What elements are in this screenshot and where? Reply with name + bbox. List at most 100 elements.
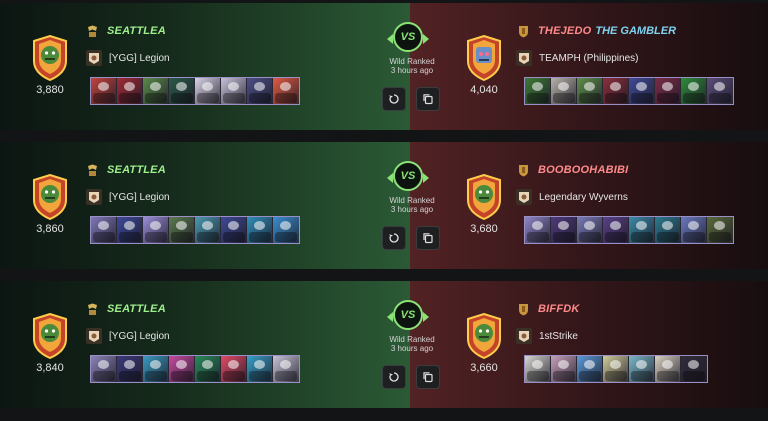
- card-thumbnail[interactable]: [551, 356, 577, 382]
- card-thumbnail[interactable]: [681, 217, 707, 243]
- replay-button[interactable]: [382, 365, 406, 389]
- card-thumbnail[interactable]: [117, 356, 143, 382]
- vs-badge: VS: [387, 22, 429, 52]
- player-name-link[interactable]: BIFFDK: [538, 303, 580, 315]
- replay-button[interactable]: [382, 226, 406, 250]
- card-thumbnail[interactable]: [91, 217, 117, 243]
- card-thumbnail[interactable]: [91, 78, 117, 104]
- rank-emblem-icon: [517, 303, 530, 316]
- card-art-shadow: [553, 93, 575, 103]
- card-thumbnail[interactable]: [221, 356, 247, 382]
- card-art-shadow: [579, 371, 601, 381]
- player-name-link[interactable]: SEATTLEA: [107, 25, 166, 37]
- card-art-highlight: [254, 82, 265, 91]
- player-name-link[interactable]: BOOBOOHABIBI: [538, 164, 628, 176]
- rank-emblem-icon: [86, 25, 99, 38]
- rating-value: 4,040: [470, 84, 498, 96]
- card-thumbnail[interactable]: [655, 217, 681, 243]
- copy-button[interactable]: [416, 365, 440, 389]
- copy-button[interactable]: [416, 87, 440, 111]
- player-name-link[interactable]: THEJEDO: [538, 25, 591, 37]
- guild-name-link[interactable]: [YGG] Legion: [109, 192, 170, 203]
- card-thumbnail[interactable]: [603, 356, 629, 382]
- card-thumbnail[interactable]: [273, 356, 299, 382]
- card-thumbnail[interactable]: [629, 217, 655, 243]
- card-thumbnail[interactable]: [273, 217, 299, 243]
- card-art-highlight: [254, 360, 265, 369]
- card-thumbnail[interactable]: [221, 217, 247, 243]
- player-name-link[interactable]: SEATTLEA: [107, 303, 166, 315]
- guild-name-link[interactable]: [YGG] Legion: [109, 53, 170, 64]
- card-art-highlight: [280, 82, 291, 91]
- card-thumbnail[interactable]: [707, 78, 733, 104]
- vs-badge: VS: [387, 161, 429, 191]
- card-thumbnail[interactable]: [525, 78, 551, 104]
- card-thumbnail[interactable]: [551, 78, 577, 104]
- card-art-shadow: [145, 371, 167, 381]
- card-thumbnail[interactable]: [169, 78, 195, 104]
- card-art-shadow: [605, 371, 627, 381]
- card-thumbnail[interactable]: [143, 356, 169, 382]
- guild-name-link[interactable]: [YGG] Legion: [109, 331, 170, 342]
- card-art-highlight: [98, 82, 109, 91]
- avatar-icon[interactable]: [464, 173, 504, 221]
- card-thumbnail[interactable]: [117, 78, 143, 104]
- card-thumbnail[interactable]: [195, 217, 221, 243]
- card-art-highlight: [228, 360, 239, 369]
- card-thumbnail[interactable]: [143, 217, 169, 243]
- card-art-highlight: [176, 82, 187, 91]
- card-art-shadow: [683, 232, 705, 242]
- avatar-icon[interactable]: [464, 34, 504, 82]
- card-thumbnail[interactable]: [577, 78, 603, 104]
- card-thumbnail[interactable]: [655, 78, 681, 104]
- card-thumbnail[interactable]: [629, 78, 655, 104]
- player-name-link[interactable]: SEATTLEA: [107, 164, 166, 176]
- card-thumbnail[interactable]: [577, 217, 603, 243]
- card-art-shadow: [657, 232, 679, 242]
- card-thumbnail[interactable]: [273, 78, 299, 104]
- card-thumbnail[interactable]: [195, 78, 221, 104]
- card-art-shadow: [657, 371, 679, 381]
- card-thumbnail[interactable]: [603, 217, 629, 243]
- card-thumbnail[interactable]: [577, 356, 603, 382]
- card-art-highlight: [176, 221, 187, 230]
- card-thumbnail[interactable]: [247, 78, 273, 104]
- card-thumbnail[interactable]: [707, 217, 733, 243]
- rank-emblem-icon: [86, 164, 99, 177]
- card-art-highlight: [610, 221, 621, 230]
- card-art-highlight: [558, 221, 569, 230]
- card-thumbnail[interactable]: [525, 356, 551, 382]
- card-thumbnail[interactable]: [247, 217, 273, 243]
- card-thumbnail[interactable]: [117, 217, 143, 243]
- card-thumbnail[interactable]: [169, 217, 195, 243]
- guild-banner-icon: [516, 189, 532, 205]
- card-thumbnail[interactable]: [551, 217, 577, 243]
- card-thumbnail[interactable]: [221, 78, 247, 104]
- avatar-icon[interactable]: [30, 173, 70, 221]
- battle-format: Wild Ranked: [389, 57, 435, 66]
- card-thumbnail[interactable]: [143, 78, 169, 104]
- copy-button[interactable]: [416, 226, 440, 250]
- card-art-highlight: [584, 360, 595, 369]
- guild-name-link[interactable]: 1stStrike: [539, 331, 578, 342]
- card-thumbnail[interactable]: [681, 356, 707, 382]
- avatar-icon[interactable]: [30, 34, 70, 82]
- card-thumbnail[interactable]: [681, 78, 707, 104]
- guild-name-link[interactable]: TEAMPH (Philippines): [539, 53, 638, 64]
- card-thumbnail[interactable]: [525, 217, 551, 243]
- avatar-icon[interactable]: [464, 312, 504, 360]
- battle-row: 3,860 SEATTLEA [YGG] Legion 3,680 BOOBOOHABI…: [0, 142, 768, 269]
- card-thumbnail[interactable]: [603, 78, 629, 104]
- card-thumbnail[interactable]: [247, 356, 273, 382]
- card-art-shadow: [683, 371, 705, 381]
- card-thumbnail[interactable]: [169, 356, 195, 382]
- card-thumbnail[interactable]: [655, 356, 681, 382]
- replay-button[interactable]: [382, 87, 406, 111]
- card-thumbnail[interactable]: [195, 356, 221, 382]
- card-art-shadow: [527, 371, 549, 381]
- card-thumbnail[interactable]: [629, 356, 655, 382]
- avatar-icon[interactable]: [30, 312, 70, 360]
- guild-name-link[interactable]: Legendary Wyverns: [539, 192, 628, 203]
- card-art-highlight: [714, 82, 725, 91]
- card-thumbnail[interactable]: [91, 356, 117, 382]
